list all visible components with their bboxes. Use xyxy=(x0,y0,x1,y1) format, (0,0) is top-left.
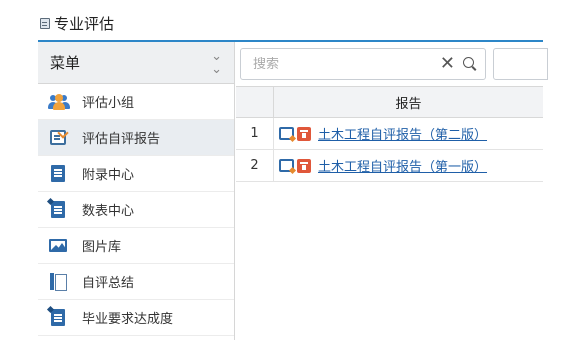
search-icon[interactable] xyxy=(463,57,477,71)
edit-icon[interactable] xyxy=(279,159,294,172)
sidebar-item-label: 附录中心 xyxy=(82,168,135,183)
delete-icon[interactable] xyxy=(297,158,311,173)
image-icon xyxy=(48,236,68,256)
sidebar-item-label: 图片库 xyxy=(82,240,122,255)
report-link[interactable]: 土木工程自评报告（第一版） xyxy=(318,156,487,175)
sidebar-item-label: 评估小组 xyxy=(82,96,135,111)
index-column-header xyxy=(236,87,274,117)
report-icon xyxy=(48,128,68,148)
data-table-icon xyxy=(48,200,68,220)
sidebar-item-label: 评估自评报告 xyxy=(82,132,161,147)
menu-header[interactable]: 菜单 ⌄ ⌄ xyxy=(38,42,234,84)
search-input[interactable] xyxy=(253,56,440,72)
secondary-field[interactable] xyxy=(493,48,548,80)
sidebar-item-label: 自评总结 xyxy=(82,276,135,291)
row-index: 2 xyxy=(236,150,274,181)
sidebar-menu: 菜单 ⌄ ⌄ 评估小组 评估自评报告 附录中心 数表中心 图片库 自评总结 毕业要… xyxy=(38,42,235,340)
search-box[interactable]: ✕ xyxy=(240,48,486,80)
report-link[interactable]: 土木工程自评报告（第二版） xyxy=(318,124,487,143)
sidebar-item-self-eval-summary[interactable]: 自评总结 xyxy=(38,264,234,300)
page-header: 专业评估 xyxy=(40,12,114,34)
delete-icon[interactable] xyxy=(297,126,311,141)
sidebar-item-evaluation-team[interactable]: 评估小组 xyxy=(38,84,234,120)
window-icon xyxy=(40,17,50,29)
document-icon xyxy=(48,308,68,328)
report-cell: 土木工程自评报告（第一版） xyxy=(274,150,543,181)
sidebar-item-appendix-center[interactable]: 附录中心 xyxy=(38,156,234,192)
main-panel: ✕ 报告 1 土木工程自评报告（第二版） 2 土木工程自评报告（第一版） xyxy=(236,42,548,340)
sidebar-item-image-library[interactable]: 图片库 xyxy=(38,228,234,264)
sidebar-item-self-eval-report[interactable]: 评估自评报告 xyxy=(38,120,234,156)
double-chevron-down-icon[interactable]: ⌄ ⌄ xyxy=(211,50,222,76)
report-cell: 土木工程自评报告（第二版） xyxy=(274,118,543,149)
sidebar-item-label: 数表中心 xyxy=(82,204,135,219)
menu-title: 菜单 xyxy=(50,54,81,72)
book-icon xyxy=(48,272,68,292)
row-index: 1 xyxy=(236,118,274,149)
table-row[interactable]: 2 土木工程自评报告（第一版） xyxy=(236,150,543,182)
table-row[interactable]: 1 土木工程自评报告（第二版） xyxy=(236,118,543,150)
close-icon[interactable]: ✕ xyxy=(440,55,455,73)
grid-header: 报告 xyxy=(236,86,543,118)
sidebar-item-data-table-center[interactable]: 数表中心 xyxy=(38,192,234,228)
page-title: 专业评估 xyxy=(54,14,115,33)
sidebar-item-label: 毕业要求达成度 xyxy=(82,312,174,327)
report-column-header[interactable]: 报告 xyxy=(274,87,543,117)
edit-icon[interactable] xyxy=(279,127,294,140)
sidebar-item-graduation-requirements[interactable]: 毕业要求达成度 xyxy=(38,300,234,336)
document-icon xyxy=(48,164,68,184)
group-icon xyxy=(48,92,70,112)
